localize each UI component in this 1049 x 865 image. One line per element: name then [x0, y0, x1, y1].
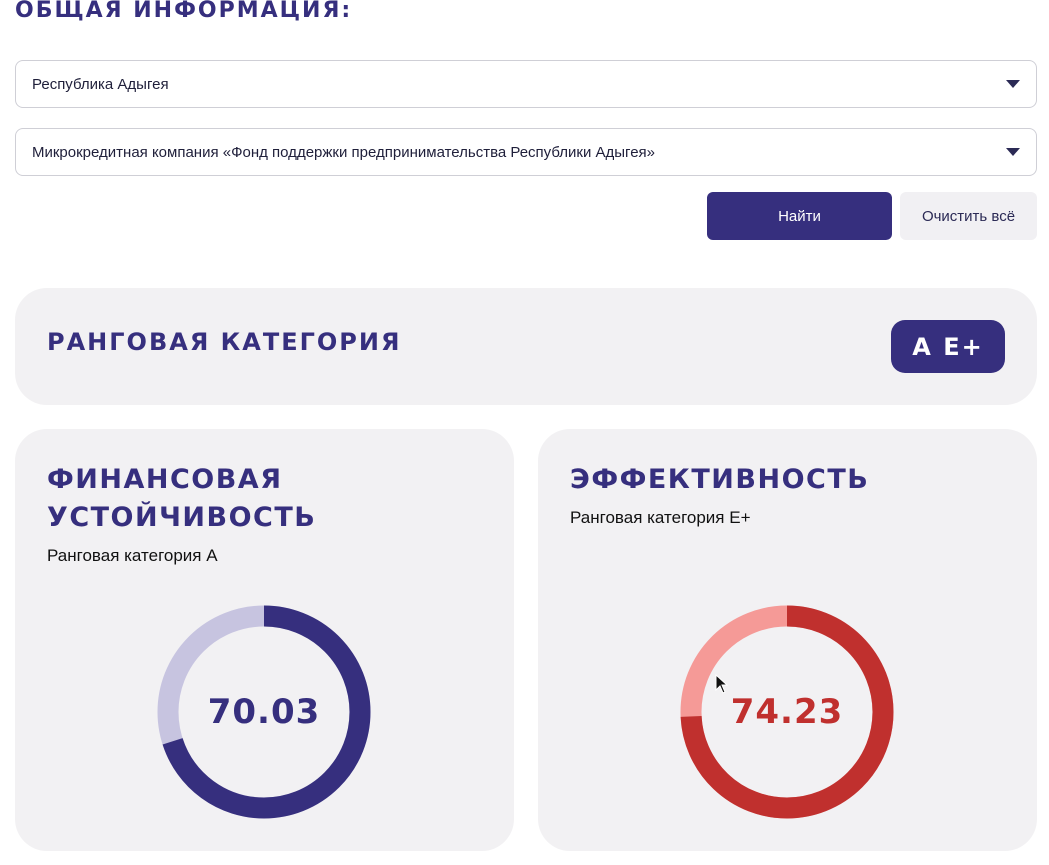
- rank-category-title: РАНГОВАЯ КАТЕГОРИЯ: [47, 328, 402, 356]
- organization-select-value: Микрокредитная компания «Фонд поддержки …: [32, 143, 655, 161]
- financial-stability-card: ФИНАНСОВАЯ УСТОЙЧИВОСТЬ Ранговая категор…: [15, 429, 514, 851]
- financial-stability-value: 70.03: [207, 692, 321, 732]
- rank-category-badge: А Е+: [891, 320, 1005, 373]
- region-select-value: Республика Адыгея: [32, 75, 169, 93]
- chevron-down-icon[interactable]: [1006, 148, 1020, 156]
- efficiency-subtitle: Ранговая категория Е+: [570, 508, 751, 527]
- mouse-cursor-icon: [715, 674, 729, 694]
- efficiency-card: ЭФФЕКТИВНОСТЬ Ранговая категория Е+ 74.2…: [538, 429, 1037, 851]
- clear-all-button[interactable]: Очистить всё: [900, 192, 1037, 240]
- chevron-down-icon[interactable]: [1006, 80, 1020, 88]
- rank-category-card: РАНГОВАЯ КАТЕГОРИЯ А Е+: [15, 288, 1037, 405]
- financial-stability-title: ФИНАНСОВАЯ УСТОЙЧИВОСТЬ: [47, 464, 317, 533]
- find-button[interactable]: Найти: [707, 192, 892, 240]
- efficiency-value: 74.23: [730, 692, 844, 732]
- efficiency-title: ЭФФЕКТИВНОСТЬ: [570, 464, 870, 495]
- page-section-title: ОБЩАЯ ИНФОРМАЦИЯ:: [15, 0, 353, 23]
- organization-select[interactable]: Микрокредитная компания «Фонд поддержки …: [15, 128, 1037, 176]
- region-select[interactable]: Республика Адыгея: [15, 60, 1037, 108]
- financial-stability-subtitle: Ранговая категория А: [47, 546, 218, 565]
